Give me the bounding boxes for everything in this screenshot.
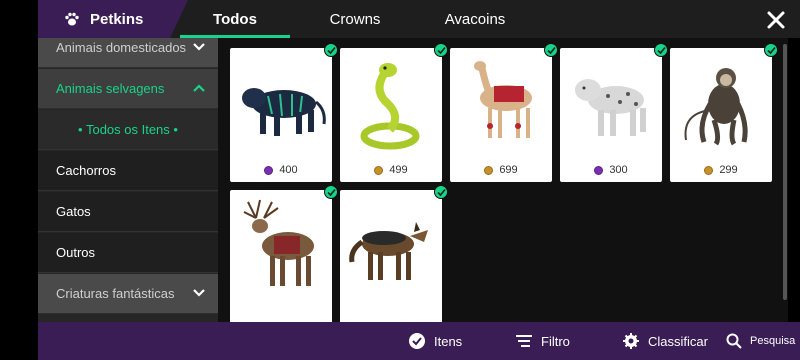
monkey-image	[684, 68, 748, 146]
reindeer-image	[243, 199, 314, 286]
category-animais-selvagens[interactable]: Animais selvagens	[38, 69, 218, 109]
chevron-up-icon	[193, 84, 205, 92]
price-value: 499	[389, 164, 408, 176]
item-price: 699	[450, 164, 552, 176]
item-price: 400	[230, 164, 332, 176]
scrollbar-thumb[interactable]	[783, 44, 787, 300]
item-card-tiger[interactable]: 400	[230, 43, 338, 182]
item-card-snake[interactable]: 499	[340, 43, 448, 182]
search-icon	[726, 333, 742, 349]
crown-coin-icon	[594, 165, 604, 175]
subcategory-todos-os-itens[interactable]: • Todos os Itens •	[38, 110, 218, 150]
subcategory-gatos[interactable]: Gatos	[38, 192, 218, 232]
item-card-reindeer[interactable]	[230, 185, 338, 322]
wolf-image	[349, 222, 428, 280]
item-price: 499	[340, 164, 442, 176]
camel-image	[474, 61, 532, 138]
owned-check-icon	[654, 43, 668, 57]
classificar-button[interactable]: Classificar	[622, 322, 708, 360]
tab-avacoins[interactable]: Avacoins	[430, 0, 520, 38]
price-value: 300	[609, 164, 628, 176]
sort-gear-icon	[623, 333, 639, 349]
brand-petkins[interactable]: Petkins	[38, 0, 188, 38]
filter-icon	[516, 335, 532, 347]
filtro-label: Filtro	[541, 333, 570, 349]
check-circle-icon	[409, 333, 425, 349]
category-label: Animais domesticados	[56, 40, 187, 55]
brand-label: Petkins	[90, 10, 144, 28]
category-label: Animais selvagens	[56, 81, 165, 96]
close-icon[interactable]	[764, 8, 788, 32]
item-card-monkey[interactable]: 299	[670, 43, 778, 182]
snake-image	[360, 63, 420, 150]
itens-button[interactable]: Itens	[408, 322, 462, 360]
category-sidebar: Animais domesticados Animais selvagens •…	[38, 38, 218, 322]
item-price: 299	[670, 164, 772, 176]
tab-crowns[interactable]: Crowns	[310, 0, 400, 38]
avacoin-icon	[704, 165, 714, 175]
owned-check-icon	[764, 43, 778, 57]
price-value: 699	[499, 164, 518, 176]
item-grid: 400 499 699 300 299	[218, 38, 788, 322]
filtro-button[interactable]: Filtro	[515, 322, 570, 360]
tiger-image	[242, 88, 326, 136]
chevron-down-icon	[193, 43, 205, 51]
snow-leopard-image	[575, 79, 646, 136]
price-value: 400	[279, 164, 298, 176]
item-card-camel[interactable]: 699	[450, 43, 558, 182]
tab-todos[interactable]: Todos	[180, 0, 290, 38]
subcategory-outros[interactable]: Outros	[38, 233, 218, 273]
owned-check-icon	[544, 43, 558, 57]
pesquisa-button[interactable]: Pesquisa	[726, 322, 795, 360]
category-animais-domesticados[interactable]: Animais domesticados	[38, 38, 218, 68]
owned-check-icon	[324, 185, 338, 199]
left-screen-edge	[0, 0, 38, 360]
subcategory-cachorros[interactable]: Cachorros	[38, 151, 218, 191]
chevron-down-icon	[193, 289, 205, 297]
item-card-wolf[interactable]	[340, 185, 448, 322]
crown-coin-icon	[264, 165, 274, 175]
owned-check-icon	[324, 43, 338, 57]
owned-check-icon	[434, 185, 448, 199]
avacoin-icon	[484, 165, 494, 175]
category-criaturas-fantasticas[interactable]: Criaturas fantásticas	[38, 274, 218, 314]
price-value: 299	[719, 164, 738, 176]
item-card-snow-leopard[interactable]: 300	[560, 43, 668, 182]
classificar-label: Classificar	[648, 333, 708, 349]
category-label: Criaturas fantásticas	[56, 286, 175, 301]
pesquisa-label: Pesquisa	[750, 335, 796, 347]
item-price: 300	[560, 164, 662, 176]
itens-label: Itens	[434, 333, 463, 349]
avacoin-icon	[374, 165, 384, 175]
paw-icon	[65, 12, 79, 26]
owned-check-icon	[434, 43, 448, 57]
